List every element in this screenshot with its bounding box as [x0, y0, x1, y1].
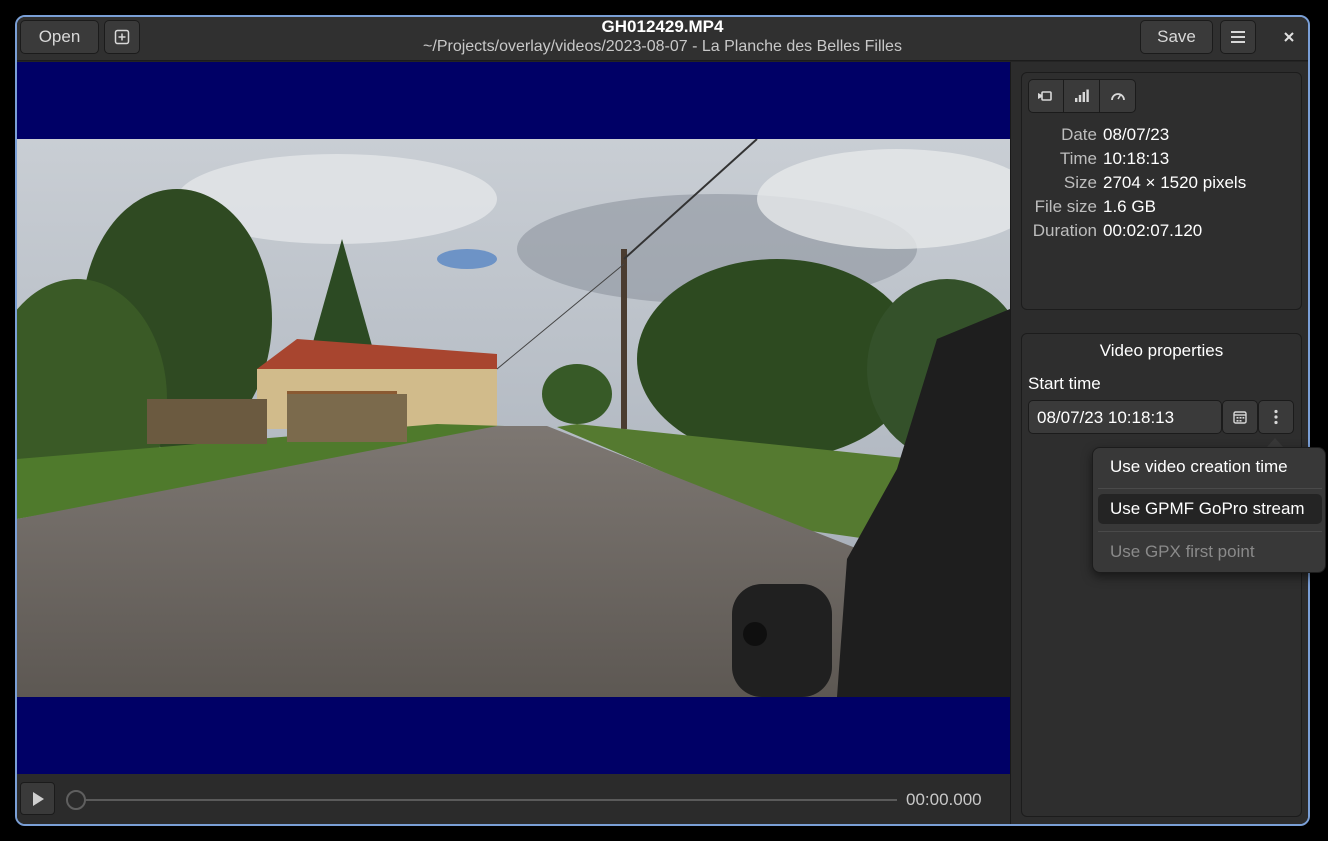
info-value: 2704 × 1520 pixels [1103, 173, 1247, 192]
signal-bars-icon [1074, 89, 1089, 102]
seek-track[interactable] [75, 799, 897, 801]
menu-separator [1098, 488, 1322, 489]
window-subtitle: ~/Projects/overlay/videos/2023-08-07 - L… [423, 38, 902, 55]
info-row-date: Date 08/07/23 [1022, 125, 1303, 149]
menu-item-video-creation-time[interactable]: Use video creation time [1098, 452, 1322, 482]
info-value: 1.6 GB [1103, 197, 1156, 216]
road-scene-image [17, 139, 1010, 697]
playback-controls: 00:00.000 [17, 774, 1010, 824]
calendar-icon [1233, 411, 1247, 424]
info-row-file-size: File size 1.6 GB [1022, 197, 1303, 221]
start-time-menu: Use video creation time Use GPMF GoPro s… [1092, 447, 1326, 573]
info-value: 08/07/23 [1103, 125, 1170, 144]
app-window: Open GH012429.MP4 ~/Projects/overlay/vid… [15, 15, 1310, 826]
menu-item-gpx-first-point: Use GPX first point [1110, 542, 1255, 561]
close-button[interactable] [1274, 20, 1304, 54]
speedometer-icon [1110, 93, 1125, 101]
info-key: Size [1063, 173, 1097, 192]
menu-separator [1098, 531, 1322, 532]
video-viewport[interactable] [17, 62, 1010, 774]
info-panel: Date 08/07/23 Time 10:18:13 Size 2704 × … [1021, 72, 1302, 310]
header-bar: Open GH012429.MP4 ~/Projects/overlay/vid… [17, 17, 1308, 61]
start-time-label: Start time [1028, 374, 1101, 393]
calendar-button[interactable] [1222, 400, 1258, 434]
play-button[interactable] [20, 782, 55, 815]
video-properties-panel: Video properties Start time 08/07/23 10:… [1021, 333, 1302, 817]
info-key: Duration [1032, 221, 1097, 240]
hamburger-menu-icon [1231, 31, 1245, 43]
time-readout: 00:00.000 [906, 790, 982, 809]
menu-item-gpmf-gopro-stream[interactable]: Use GPMF GoPro stream [1098, 494, 1322, 524]
info-key: File size [1034, 197, 1097, 216]
save-button[interactable]: Save [1140, 20, 1213, 54]
tab-video[interactable] [1028, 79, 1064, 113]
save-button-label: Save [1157, 27, 1196, 46]
sidebar: Date 08/07/23 Time 10:18:13 Size 2704 × … [1010, 62, 1308, 824]
info-key: Date [1061, 125, 1097, 144]
video-frame [17, 139, 1010, 697]
info-row-time: Time 10:18:13 [1022, 149, 1303, 173]
close-icon [1284, 32, 1294, 42]
tab-speed[interactable] [1100, 79, 1136, 113]
info-value: 10:18:13 [1103, 149, 1170, 168]
info-value: 00:02:07.120 [1103, 221, 1203, 240]
info-row-duration: Duration 00:02:07.120 [1022, 221, 1303, 245]
vertical-dots-icon [1274, 409, 1278, 425]
window-title: GH012429.MP4 [601, 17, 724, 36]
main-menu-button[interactable] [1220, 20, 1256, 54]
info-key: Time [1059, 149, 1097, 168]
start-time-input[interactable]: 08/07/23 10:18:13 [1028, 400, 1222, 434]
play-icon [32, 791, 44, 806]
video-properties-title: Video properties [1099, 341, 1224, 360]
start-time-options-button[interactable] [1258, 400, 1294, 434]
video-camera-icon [1038, 91, 1052, 101]
seek-handle[interactable] [66, 790, 86, 810]
info-tab-group [1028, 79, 1136, 113]
tab-signal[interactable] [1064, 79, 1100, 113]
info-row-size: Size 2704 × 1520 pixels [1022, 173, 1303, 197]
